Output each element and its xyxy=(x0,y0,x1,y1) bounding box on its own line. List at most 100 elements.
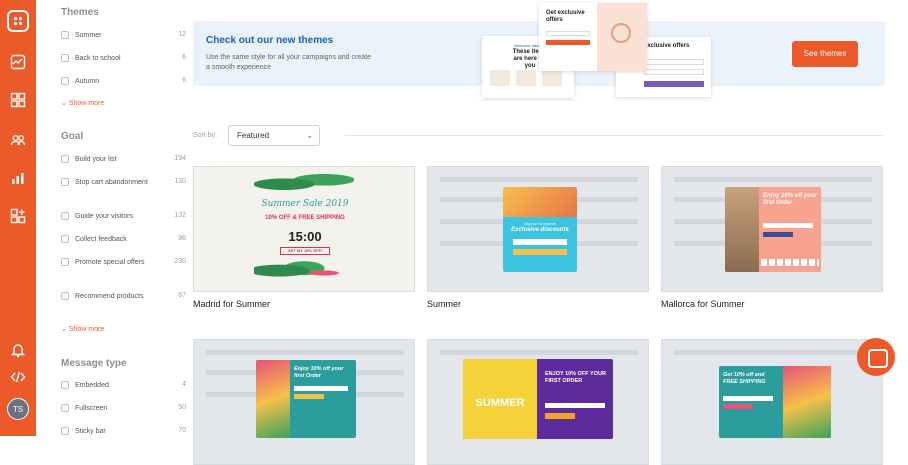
template-preview: Enjoy 10% off your first Order xyxy=(256,360,356,438)
show-more-goals[interactable]: ⌄ Show more xyxy=(61,325,104,333)
banner-preview-3: Get exclusive offers xyxy=(539,3,647,71)
template-preview: Summer Sale 2019 10% OFF & FREE SHIPPING… xyxy=(250,169,360,287)
preview-input xyxy=(545,403,605,408)
filter-count: 12 xyxy=(178,31,186,38)
subscribers-icon[interactable] xyxy=(10,132,26,148)
template-timer: 15:00 xyxy=(288,229,322,244)
template-title: Summer Sale 2019 xyxy=(261,199,349,209)
notifications-icon[interactable] xyxy=(10,342,26,358)
banner-title: Check out our new themes xyxy=(206,35,334,46)
checkbox[interactable] xyxy=(61,427,69,435)
see-themes-button[interactable]: See themes xyxy=(792,41,858,67)
checkbox[interactable] xyxy=(61,235,69,243)
filter-count: 132 xyxy=(174,212,186,219)
filter-count: 194 xyxy=(174,155,186,162)
chevron-down-icon: ⌄ xyxy=(61,100,69,107)
sort-select[interactable]: Featured ⌄ xyxy=(228,125,320,146)
filter-count: 6 xyxy=(182,77,186,84)
checkbox[interactable] xyxy=(61,77,69,85)
preview-input xyxy=(294,386,348,391)
divider xyxy=(345,135,885,136)
template-cta: GET MY 10% OFF! xyxy=(280,247,330,255)
filter-label: Stop cart abandonment xyxy=(75,179,148,186)
template-title: ENJOY 10% OFF YOUR FIRST ORDER xyxy=(545,371,606,384)
filter-label: Autumn xyxy=(75,78,100,85)
filter-label: Embedded xyxy=(75,382,109,389)
preview-products xyxy=(490,70,566,86)
template-preview: SUMMER ENJOY 10% OFF YOUR FIRST ORDER xyxy=(463,359,613,439)
chat-launcher-icon[interactable] xyxy=(857,338,895,376)
leaves-image xyxy=(254,261,354,285)
reports-icon[interactable] xyxy=(10,170,26,186)
template-card[interactable]: SUMMER ENJOY 10% OFF YOUR FIRST ORDER xyxy=(427,339,649,465)
template-title: Enjoy 10% off your first Order xyxy=(763,193,817,206)
preview-input xyxy=(763,223,813,228)
preview-button xyxy=(513,249,567,255)
preview-input xyxy=(546,31,590,36)
template-card[interactable]: Sign up to receive Exclusive discounts xyxy=(427,166,649,292)
filter-count: 96 xyxy=(178,235,186,242)
template-name[interactable]: Madrid for Summer xyxy=(193,299,270,309)
filter-label: Recommend products xyxy=(75,293,144,300)
template-title: Sign up to receive xyxy=(523,221,557,226)
logo-icon[interactable] xyxy=(7,10,29,32)
show-more-themes[interactable]: ⌄ Show more xyxy=(61,99,104,107)
checkbox[interactable] xyxy=(61,212,69,220)
chevron-down-icon: ⌄ xyxy=(61,326,69,333)
filter-label: Guide your visitors xyxy=(75,213,133,220)
template-title: Get 10% off and FREE SHIPPING xyxy=(723,372,766,385)
code-icon[interactable] xyxy=(10,369,26,385)
template-card[interactable]: Summer Sale 2019 10% OFF & FREE SHIPPING… xyxy=(193,166,415,292)
themes-banner: Check out our new themes Use the same st… xyxy=(193,3,885,98)
filter-label: Fullscreen xyxy=(75,405,108,412)
checkbox[interactable] xyxy=(61,178,69,186)
themes-heading: Themes xyxy=(61,7,99,18)
filter-label: Promote special offers xyxy=(75,259,145,266)
flamingo-image xyxy=(256,360,290,438)
template-card[interactable]: Get 10% off and FREE SHIPPING xyxy=(661,339,883,465)
template-name[interactable]: Summer xyxy=(427,299,461,309)
chevron-down-icon: ⌄ xyxy=(306,131,313,140)
preview-button xyxy=(763,232,793,237)
sort-label: Sort by: xyxy=(193,132,218,139)
preview-ornament-icon xyxy=(611,23,631,43)
template-card[interactable]: Enjoy 10% off your first Order xyxy=(193,339,415,465)
template-name[interactable]: Mallorca for Summer xyxy=(661,299,745,309)
template-card[interactable]: Enjoy 10% off your first Order xyxy=(661,166,883,292)
filter-label: Back to school xyxy=(75,55,121,62)
nav-rail: TS xyxy=(0,0,36,436)
templates-icon[interactable] xyxy=(10,92,26,108)
filter-count: 67 xyxy=(178,292,186,299)
checkbox[interactable] xyxy=(61,404,69,412)
preview-countdown xyxy=(761,259,819,266)
template-offer: 10% OFF & FREE SHIPPING xyxy=(265,215,345,221)
preview-input xyxy=(644,69,704,75)
preview-button xyxy=(644,81,704,87)
preview-welcome: Welcome back! xyxy=(514,43,542,48)
checkbox[interactable] xyxy=(61,258,69,266)
message-type-heading: Message type xyxy=(61,358,127,369)
integrations-icon[interactable] xyxy=(10,208,26,224)
show-more-label: Show more xyxy=(68,100,105,107)
checkbox[interactable] xyxy=(61,54,69,62)
template-preview: Get 10% off and FREE SHIPPING xyxy=(719,366,831,438)
preview-input xyxy=(723,396,773,401)
checkbox[interactable] xyxy=(61,31,69,39)
beach-image xyxy=(503,187,577,217)
template-tag: SUMMER xyxy=(475,397,525,409)
checkbox[interactable] xyxy=(61,292,69,300)
placeholder-stripe xyxy=(674,350,872,355)
preview-heading: exclusive offers xyxy=(644,43,690,49)
filter-label: Build your list xyxy=(75,156,117,163)
analytics-icon[interactable] xyxy=(10,54,26,70)
checkbox[interactable] xyxy=(61,381,69,389)
placeholder-stripe xyxy=(440,177,638,182)
avatar[interactable]: TS xyxy=(7,398,29,420)
template-title: Enjoy 10% off your first Order xyxy=(294,366,344,379)
template-subtitle: Exclusive discounts xyxy=(511,227,569,233)
preview-heading: Get exclusive offers xyxy=(546,10,585,23)
checkbox[interactable] xyxy=(61,155,69,163)
filter-count: 50 xyxy=(178,404,186,411)
goal-heading: Goal xyxy=(61,131,84,142)
template-preview: Enjoy 10% off your first Order xyxy=(725,187,821,272)
